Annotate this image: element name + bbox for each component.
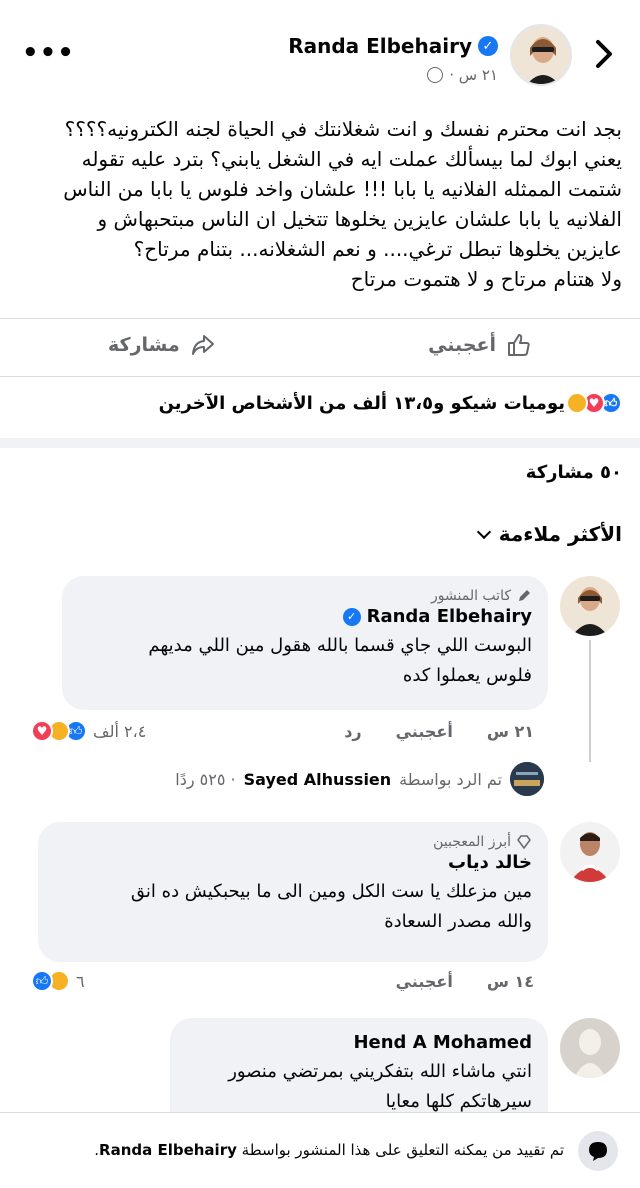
comment-like-button[interactable]: أعجبني [396,722,453,741]
comment-text: البوست اللي جاي قسما بالله هقول مين اللي… [78,631,532,691]
verified-badge-icon: ✓ [478,36,498,56]
comment-text: مين مزعلك يا ست الكل ومين الى ما بيحبكيش… [54,877,532,937]
comment-reaction-count: ٦ [76,971,85,991]
comment-text: انتي ماشاء الله بتفكريني بمرتضي منصور سي… [186,1057,532,1117]
comment-like-button[interactable]: أعجبني [396,972,453,991]
post-actions: أعجبني مشاركة [0,324,640,374]
globe-icon [427,67,444,83]
sad-reaction-icon [566,392,588,414]
diamond-icon [517,835,531,850]
restriction-text: تم تقييد من يمكنه التعليق على هذا المنشو… [94,1141,564,1159]
comment-actions: ٢١ س أعجبني رد [344,722,534,741]
comment-reaction-count: ٢،٤ ألف [93,721,147,741]
comment-bubble-icon [578,1131,618,1171]
replies-prefix: تم الرد بواسطة [399,769,502,789]
comment-reply-button[interactable]: رد [344,722,361,741]
like-reaction-icon: 👍︎ [31,970,53,992]
author-badge: كاتب المنشور [78,588,532,604]
comment-bubble[interactable]: أبرز المعجبين خالد دياب مين مزعلك يا ست … [38,822,548,962]
comment-line: مين مزعلك يا ست الكل ومين الى ما بيحبكيش… [130,881,532,902]
comment-time[interactable]: ٢١ س [487,722,534,741]
top-fan-badge: أبرز المعجبين [54,834,532,850]
post-time[interactable]: ٢١ س · [449,66,498,84]
author-name-text[interactable]: Randa Elbehairy [288,34,472,58]
like-label: أعجبني [428,334,496,356]
share-label: مشاركة [108,334,180,356]
pencil-icon [519,590,530,601]
comment-line: فلوس يعملوا كده [402,665,532,686]
author-avatar[interactable] [510,24,572,86]
post-line: الفلانيه يا بابا علشان عايزين يخلوها تتخ… [97,207,623,231]
chevron-down-icon [476,524,491,540]
reaction-icons: 👍︎ ♥ [566,392,622,414]
comment-time[interactable]: ١٤ س [487,972,534,991]
commenter-name-text[interactable]: Randa Elbehairy [367,606,532,627]
share-arrow-icon [191,335,214,355]
post-line: عايزين يخلوها تبطل ترغي.... و نعم الشغلا… [133,237,622,261]
commenter-name[interactable]: ✓ Randa Elbehairy [78,606,532,627]
shares-count[interactable]: ٥٠ مشاركة [526,462,622,483]
comment-restriction-bar: تم تقييد من يمكنه التعليق على هذا المنشو… [0,1112,640,1188]
commenter-name[interactable]: Hend A Mohamed [186,1032,532,1053]
reactions-summary[interactable]: 👍︎ ♥ يوميات شيكو و١٣،٥ ألف من الأشخاص ال… [159,392,622,414]
commenter-name-text[interactable]: Hend A Mohamed [353,1032,532,1053]
love-reaction-icon: ♥ [31,720,53,742]
replier-avatar [510,762,544,796]
post-line: يعني ابوك لما بيسألك عملت ايه في الشغل ي… [81,147,622,171]
commenter-name-text[interactable]: خالد دياب [448,852,532,873]
comment-line: انتي ماشاء الله بتفكريني بمرتضي منصور [228,1061,532,1082]
post-meta: ٢١ س · [427,66,498,84]
commenter-avatar[interactable] [560,1018,620,1078]
restriction-prefix: تم تقييد من يمكنه التعليق على هذا المنشو… [241,1141,564,1159]
chevron-right-icon[interactable] [590,34,618,74]
comment-reactions[interactable]: ٦ 👍︎ [31,970,85,992]
verified-badge-icon: ✓ [342,607,361,626]
divider [0,376,640,377]
commenter-name[interactable]: خالد دياب [54,852,532,873]
thumbs-up-icon [508,334,530,356]
sort-dropdown[interactable]: الأكثر ملاءمة [476,522,622,546]
section-divider [0,438,640,448]
comment-actions: ١٤ س أعجبني [396,972,534,991]
comment-reactions[interactable]: ٢،٤ ألف 👍︎ ♥ [31,720,147,742]
divider [0,318,640,319]
view-replies-link[interactable]: تم الرد بواسطة Sayed Alhussien · ٥٢٥ ردً… [175,762,544,796]
restriction-author[interactable]: Randa Elbehairy [99,1141,237,1159]
post-header: ••• Randa Elbehairy ✓ ٢١ س · [0,0,640,104]
commenter-avatar[interactable] [560,576,620,636]
post-line: ولا هتنام مرتاح و لا هتموت مرتاح [350,267,622,291]
commenter-avatar[interactable] [560,822,620,882]
comment-line: البوست اللي جاي قسما بالله هقول مين اللي… [148,635,532,656]
post-line: شتمت الممثله الفلانيه يا بابا !!! علشان … [63,177,622,201]
author-name[interactable]: Randa Elbehairy ✓ [288,34,498,58]
reactions-text: يوميات شيكو و١٣،٥ ألف من الأشخاص الآخرين [158,392,565,414]
comment-line: والله مصدر السعادة [384,911,532,932]
more-options-button[interactable]: ••• [22,40,75,66]
badge-label: أبرز المعجبين [433,834,511,850]
comment-bubble[interactable]: كاتب المنشور ✓ Randa Elbehairy البوست ال… [62,576,548,710]
thread-line [589,640,591,762]
replies-count: · ٥٢٥ ردًا [175,769,236,789]
post-text: بجد انت محترم نفسك و انت شغلانتك في الحي… [12,114,622,294]
badge-label: كاتب المنشور [431,588,511,604]
post-line: بجد انت محترم نفسك و انت شغلانتك في الحي… [64,117,622,141]
sort-label: الأكثر ملاءمة [498,522,622,546]
share-button[interactable]: مشاركة [108,332,216,358]
replier-name: Sayed Alhussien [243,769,392,789]
like-button[interactable]: أعجبني [428,332,532,358]
